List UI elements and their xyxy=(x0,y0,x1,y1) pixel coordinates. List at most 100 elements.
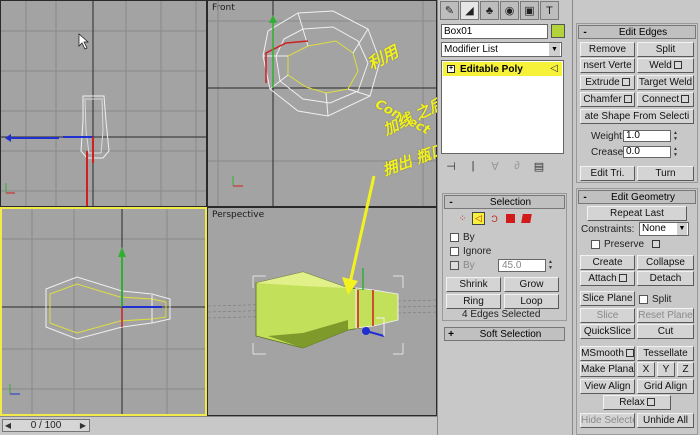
collapse-button[interactable]: Collapse xyxy=(637,255,694,270)
time-slider-prev-icon[interactable]: ◀ xyxy=(3,419,13,432)
cut-button[interactable]: Cut xyxy=(637,324,694,339)
crease-field[interactable]: 0.0 xyxy=(623,146,671,158)
y-align-button[interactable]: Y xyxy=(657,362,675,377)
grid-align-button[interactable]: Grid Align xyxy=(637,379,694,394)
vertex-mode-icon[interactable]: ⁘ xyxy=(456,212,469,225)
ignore-backfacing-checkbox[interactable]: Ignore xyxy=(450,246,491,257)
remove-button[interactable]: Remove xyxy=(580,42,635,57)
make-planar-button[interactable]: Make Planar xyxy=(580,362,635,377)
border-mode-icon[interactable]: Ɔ xyxy=(488,212,501,225)
reset-plane-button[interactable]: Reset Plane xyxy=(637,308,694,323)
preserve-settings-icon[interactable] xyxy=(652,240,660,248)
relax-settings-icon[interactable] xyxy=(646,398,655,406)
weld-settings-icon[interactable] xyxy=(673,61,682,69)
tab-hierarchy[interactable]: ♣ xyxy=(480,1,499,20)
polygon-mode-icon[interactable] xyxy=(504,212,517,225)
tab-display[interactable]: ▣ xyxy=(520,1,539,20)
ring-button[interactable]: Ring xyxy=(446,294,501,309)
crease-label: Crease: xyxy=(591,147,627,158)
z-align-button[interactable]: Z xyxy=(677,362,694,377)
time-slider-next-icon[interactable]: ▶ xyxy=(78,419,88,432)
object-name-value: Box01 xyxy=(444,26,473,37)
element-mode-icon[interactable] xyxy=(520,212,533,225)
edge-mode-icon[interactable]: ◁ xyxy=(472,212,485,225)
by-vertex-checkbox[interactable]: By xyxy=(450,232,475,243)
selection-status: 4 Edges Selected xyxy=(462,309,541,320)
chamfer-settings-icon[interactable] xyxy=(623,95,632,103)
unhide-all-button[interactable]: Unhide All xyxy=(637,413,694,428)
msmooth-button[interactable]: MSmooth xyxy=(580,346,635,361)
weight-value: 1.0 xyxy=(626,130,640,141)
right-command-panel: - Edit Edges Remove Split nsert Verte We… xyxy=(572,0,700,435)
create-button[interactable]: Create xyxy=(580,255,635,270)
selection-rollout-header[interactable]: - Selection xyxy=(444,195,565,209)
time-slider-bar: 0 / 100 ◀ ▶ xyxy=(0,416,437,435)
attach-settings-icon[interactable] xyxy=(618,274,627,282)
msmooth-settings-icon[interactable] xyxy=(625,349,634,357)
tab-utilities[interactable]: T xyxy=(540,1,559,20)
quickslice-button[interactable]: QuickSlice xyxy=(580,324,635,339)
edit-geometry-header[interactable]: - Edit Geometry xyxy=(578,190,696,204)
extrude-settings-icon[interactable] xyxy=(621,78,630,86)
by-angle-label: By xyxy=(463,260,475,271)
object-color-swatch[interactable] xyxy=(551,24,565,38)
soft-selection-rollout-header[interactable]: + Soft Selection xyxy=(444,327,565,341)
max-window: Front Perspective 利用 Connect 加线 之后 拥出 瓶口… xyxy=(0,0,700,435)
connect-settings-icon[interactable] xyxy=(681,95,690,103)
turn-button[interactable]: Turn xyxy=(637,166,694,181)
tab-modify[interactable]: ◢ xyxy=(460,1,479,20)
split-checkbox[interactable]: Split xyxy=(639,294,671,305)
edit-tri-button[interactable]: Edit Tri. xyxy=(580,166,635,181)
expand-icon[interactable]: + xyxy=(447,65,455,73)
angle-spinner[interactable]: 45.0 xyxy=(498,259,546,272)
slice-button[interactable]: Slice xyxy=(580,308,635,323)
chamfer-button[interactable]: Chamfer xyxy=(580,92,635,107)
split-button[interactable]: Split xyxy=(637,42,694,57)
time-slider[interactable]: 0 / 100 xyxy=(2,419,90,432)
tab-motion[interactable]: ◉ xyxy=(500,1,519,20)
loop-button[interactable]: Loop xyxy=(504,294,559,309)
weld-button[interactable]: Weld xyxy=(637,58,694,73)
object-name-field[interactable]: Box01 xyxy=(441,24,548,39)
make-unique-icon[interactable]: ∀ xyxy=(488,160,502,173)
relax-button[interactable]: Relax xyxy=(603,395,671,410)
attach-button[interactable]: Attach xyxy=(580,271,635,286)
crease-spinner-arrows-icon[interactable]: ▲ ▼ xyxy=(673,146,679,158)
preserve-uvs-checkbox[interactable]: Preserve xyxy=(591,239,644,250)
tessellate-button[interactable]: Tessellate xyxy=(637,346,694,361)
msmooth-label: MSmooth xyxy=(581,348,624,359)
weight-spinner-arrows-icon[interactable]: ▲ ▼ xyxy=(673,130,679,142)
connect-button[interactable]: Connect xyxy=(637,92,694,107)
grow-button[interactable]: Grow xyxy=(504,277,559,292)
x-align-button[interactable]: X xyxy=(637,362,655,377)
detach-button[interactable]: Detach xyxy=(637,271,694,286)
preserve-label: Preserve xyxy=(604,239,645,250)
stack-item-editable-poly[interactable]: + Editable Poly ◁ xyxy=(443,62,562,76)
remove-modifier-icon[interactable]: ∂ xyxy=(510,160,524,173)
attach-label: Attach xyxy=(588,273,617,284)
configure-sets-icon[interactable]: ▤ xyxy=(532,160,546,173)
hide-selected-button[interactable]: Hide Selected xyxy=(580,413,635,428)
selection-title: Selection xyxy=(489,196,532,208)
angle-value: 45.0 xyxy=(502,260,522,271)
tab-create[interactable]: ✎ xyxy=(440,1,459,20)
view-align-button[interactable]: View Align xyxy=(580,379,635,394)
weight-field[interactable]: 1.0 xyxy=(623,130,671,142)
slice-plane-button[interactable]: Slice Plane xyxy=(580,291,635,306)
show-end-result-icon[interactable]: | xyxy=(466,160,480,173)
shrink-button[interactable]: Shrink xyxy=(446,277,501,292)
repeat-last-button[interactable]: Repeat Last xyxy=(587,206,687,221)
command-panel-tabs: ✎ ◢ ♣ ◉ ▣ T xyxy=(440,1,559,21)
pin-stack-icon[interactable]: ⊣ xyxy=(444,160,458,173)
hierarchy-icon: ♣ xyxy=(485,4,494,17)
constraints-dropdown[interactable]: None ▼ xyxy=(639,222,689,236)
angle-spinner-arrows-icon[interactable]: ▲ ▼ xyxy=(548,259,554,271)
target-weld-button[interactable]: Target Weld xyxy=(637,75,694,90)
create-icon: ✎ xyxy=(444,5,455,17)
edit-edges-header[interactable]: - Edit Edges xyxy=(578,25,696,39)
create-shape-button[interactable]: ate Shape From Selecti xyxy=(580,109,694,124)
modifier-list-dropdown[interactable]: Modifier List ▼ xyxy=(441,42,562,57)
extrude-button[interactable]: Extrude xyxy=(580,75,635,90)
by-angle-checkbox[interactable]: By xyxy=(450,260,475,271)
insert-vertex-button[interactable]: nsert Verte xyxy=(580,58,635,73)
